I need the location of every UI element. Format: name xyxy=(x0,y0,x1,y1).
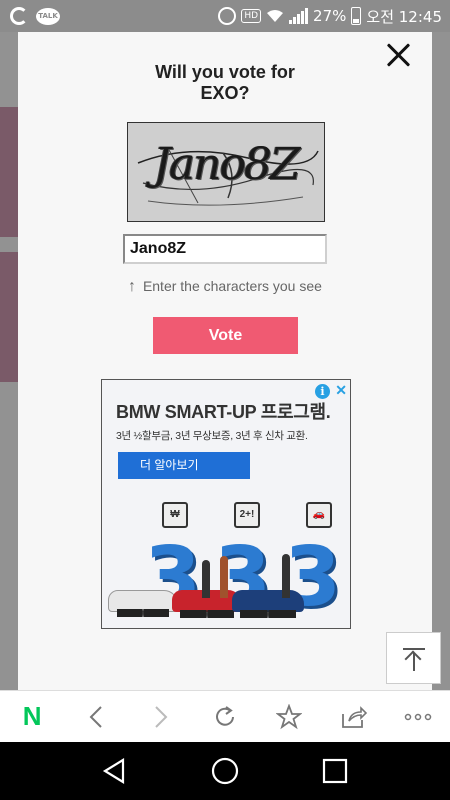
ad-close-icon[interactable]: ✕ xyxy=(335,382,347,399)
circle-home-icon xyxy=(211,757,239,785)
captcha-text: Jano8Z xyxy=(153,139,300,190)
adchoices-info-icon[interactable]: i xyxy=(315,384,330,399)
vote-modal: Will you vote for EXO? Jano8Z ↑ Enter th… xyxy=(18,32,432,690)
android-nav-bar xyxy=(0,742,450,800)
alarm-icon xyxy=(218,7,237,25)
refresh-button[interactable] xyxy=(205,697,245,737)
chevron-right-icon xyxy=(154,705,168,728)
refresh-icon xyxy=(215,705,234,726)
bookmark-button[interactable] xyxy=(269,697,309,737)
white-car-image xyxy=(108,590,178,617)
square-recents-icon xyxy=(322,758,348,784)
triangle-back-icon xyxy=(102,758,125,784)
captcha-image: Jano8Z xyxy=(127,122,325,222)
scroll-top-bar xyxy=(403,648,425,650)
scroll-top-stem xyxy=(413,653,415,671)
clock: 오전 12:45 xyxy=(366,7,442,26)
captcha-hint: ↑ Enter the characters you see xyxy=(18,278,432,296)
background-strip xyxy=(0,107,18,237)
bmw-advertisement[interactable]: i ✕ BMW SMART-UP 프로그램. 3년 ½할부금, 3년 무상보증,… xyxy=(101,379,351,629)
status-bar: TALK HD 27% 오전 12:45 xyxy=(0,0,450,32)
wifi-icon xyxy=(267,10,284,22)
signal-icon xyxy=(289,8,309,24)
hint-text: Enter the characters you see xyxy=(142,278,322,294)
share-button[interactable] xyxy=(334,697,374,737)
chevron-left-icon xyxy=(90,705,103,728)
person-image xyxy=(282,554,290,598)
background-strip xyxy=(0,252,18,382)
person-image xyxy=(202,560,210,598)
blue-car-image xyxy=(232,590,304,618)
nav-back-button[interactable] xyxy=(95,751,135,791)
captcha-input[interactable] xyxy=(123,234,327,264)
hd-icon: HD xyxy=(241,9,262,23)
modal-title: Will you vote for EXO? xyxy=(18,62,432,104)
title-line-1: Will you vote for xyxy=(155,62,295,82)
naver-home-button[interactable]: N xyxy=(12,697,52,737)
more-dots-icon xyxy=(404,713,432,720)
payment-icon: ₩ xyxy=(162,502,188,528)
kakaotalk-icon: TALK xyxy=(36,7,60,25)
g-app-icon xyxy=(10,7,28,25)
forward-button[interactable] xyxy=(141,697,181,737)
share-icon xyxy=(341,705,367,728)
battery-percent: 27% xyxy=(313,7,347,25)
warranty-icon: 2+! xyxy=(234,502,260,528)
browser-toolbar: N xyxy=(0,690,450,742)
person-image xyxy=(220,556,228,598)
car-exchange-icon: 🚗 xyxy=(306,502,332,528)
ad-feature-icons: ₩ 2+! 🚗 xyxy=(162,502,332,528)
nav-home-button[interactable] xyxy=(205,751,245,791)
star-icon xyxy=(276,703,303,729)
vote-button[interactable]: Vote xyxy=(153,317,298,354)
title-line-2: EXO? xyxy=(200,83,250,103)
more-button[interactable] xyxy=(398,697,438,737)
back-button[interactable] xyxy=(76,697,116,737)
ad-learn-more-button[interactable]: 더 알아보기 xyxy=(118,452,250,479)
ad-title: BMW SMART-UP 프로그램. xyxy=(116,402,331,422)
up-arrow-icon: ↑ xyxy=(128,278,137,295)
nav-recents-button[interactable] xyxy=(315,751,355,791)
scroll-to-top-button[interactable] xyxy=(386,632,441,684)
ad-subtitle: 3년 ½할부금, 3년 무상보증, 3년 후 신차 교환. xyxy=(116,430,308,442)
battery-icon xyxy=(351,7,362,25)
